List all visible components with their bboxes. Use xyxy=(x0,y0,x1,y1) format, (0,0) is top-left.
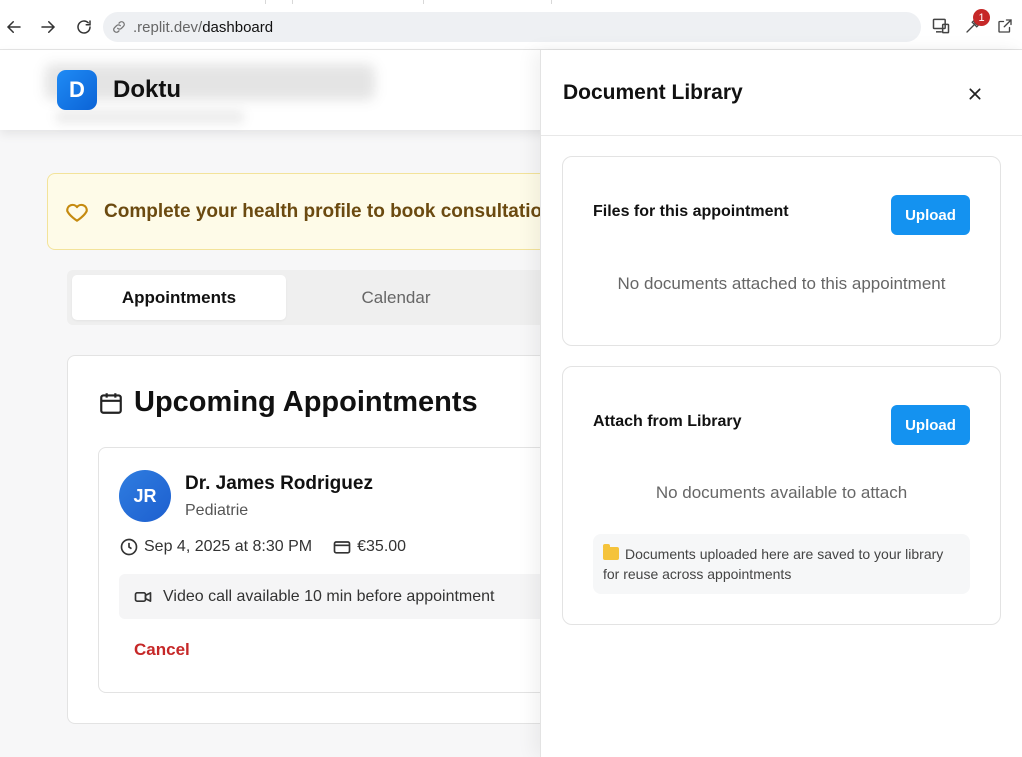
tab-divider xyxy=(551,0,552,4)
panel-header: Document Library xyxy=(541,50,1022,136)
extension-badge: 1 xyxy=(973,9,990,26)
empty-state-text: No documents available to attach xyxy=(655,483,908,502)
appointment-files-section: Files for this appointment Upload No doc… xyxy=(562,156,1001,346)
alert-text: Complete your health profile to book con… xyxy=(104,200,543,222)
external-link-icon xyxy=(998,19,1012,33)
card-title: Upcoming Appointments xyxy=(134,386,478,418)
tab-divider xyxy=(423,0,424,4)
open-external-button[interactable] xyxy=(994,15,1016,37)
dashboard-tabs: Appointments Calendar xyxy=(67,270,587,325)
appointment-price-group: €35.00 xyxy=(332,537,406,557)
library-attach-section: Attach from Library Upload No documents … xyxy=(562,366,1001,625)
tab-calendar[interactable]: Calendar xyxy=(289,275,503,320)
tab-divider xyxy=(292,0,293,4)
app-logo[interactable]: D xyxy=(57,70,97,110)
upload-library-button[interactable]: Upload xyxy=(891,405,970,445)
forward-button[interactable] xyxy=(35,14,61,40)
appointment-price: €35.00 xyxy=(357,538,407,555)
devices-button[interactable] xyxy=(930,15,952,37)
tab-appointments[interactable]: Appointments xyxy=(72,275,286,320)
back-button[interactable] xyxy=(1,14,27,40)
doctor-name: Dr. James Rodriguez xyxy=(185,473,373,494)
reload-button[interactable] xyxy=(71,14,97,40)
credit-card-icon xyxy=(333,541,351,554)
devices-icon xyxy=(932,18,950,34)
url-domain: .replit.dev/ xyxy=(133,18,203,36)
library-note-text: Documents uploaded here are saved to you… xyxy=(603,546,944,582)
upcoming-appointments-card: Upcoming Appointments JR Dr. James Rodri… xyxy=(67,355,587,724)
link-icon xyxy=(113,21,125,33)
calendar-icon xyxy=(100,392,122,414)
tab-strip xyxy=(0,0,1022,4)
section-title: Files for this appointment xyxy=(593,203,789,220)
tab-divider xyxy=(265,0,266,4)
blurred-page-subtitle xyxy=(55,110,245,124)
section-title: Attach from Library xyxy=(593,413,742,430)
close-panel-button[interactable] xyxy=(961,80,989,108)
arrow-right-icon xyxy=(41,21,56,33)
document-library-panel: Document Library Files for this appointm… xyxy=(540,50,1022,757)
extensions-button[interactable]: 1 xyxy=(962,9,990,37)
arrow-left-icon xyxy=(6,21,21,33)
appointment-item: JR Dr. James Rodriguez Pediatrie Sep 4, … xyxy=(98,447,569,693)
library-info-note: Documents uploaded here are saved to you… xyxy=(593,534,970,594)
url-text: .replit.dev/dashboard xyxy=(133,19,273,36)
video-call-text: Video call available 10 min before appoi… xyxy=(163,587,495,605)
profile-alert[interactable]: Complete your health profile to book con… xyxy=(47,173,587,250)
panel-title: Document Library xyxy=(563,81,743,104)
cancel-appointment-button[interactable]: Cancel xyxy=(134,640,190,660)
doctor-avatar: JR xyxy=(119,470,171,522)
clock-icon xyxy=(120,538,138,556)
reload-icon xyxy=(77,20,91,34)
doctor-specialty: Pediatrie xyxy=(185,502,249,519)
appointment-meta: Sep 4, 2025 at 8:30 PM €35.00 xyxy=(119,537,406,557)
address-bar[interactable]: .replit.dev/dashboard xyxy=(103,12,921,42)
browser-toolbar: .replit.dev/dashboard 1 xyxy=(0,0,1022,50)
video-icon xyxy=(134,591,152,602)
empty-state-text: No documents attached to this appointmen… xyxy=(617,274,946,293)
upload-appointment-files-button[interactable]: Upload xyxy=(891,195,970,235)
url-path: dashboard xyxy=(202,18,274,36)
brand-name[interactable]: Doktu xyxy=(113,76,181,104)
close-icon xyxy=(969,88,981,100)
folder-icon xyxy=(603,544,619,560)
appointment-datetime: Sep 4, 2025 at 8:30 PM xyxy=(144,538,313,555)
video-call-info: Video call available 10 min before appoi… xyxy=(119,574,569,619)
heart-icon xyxy=(66,203,88,222)
card-header: Upcoming Appointments xyxy=(98,386,478,419)
